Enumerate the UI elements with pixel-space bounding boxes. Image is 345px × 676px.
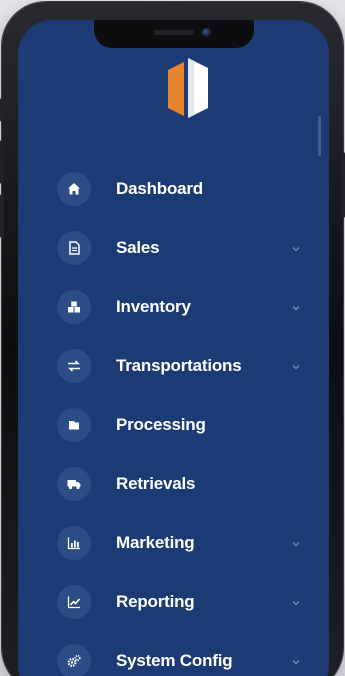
sidebar-item-inventory[interactable]: Inventory: [18, 278, 329, 337]
sidebar-item-label: Marketing: [116, 533, 195, 552]
hexagon-logo-icon[interactable]: [162, 56, 214, 120]
sidebar-item-label: Retrievals: [116, 474, 196, 493]
sidebar-item-label: Sales: [116, 238, 160, 257]
sidebar-item-label: Inventory: [116, 297, 191, 316]
sidebar-item-system-config[interactable]: System Config: [18, 632, 329, 676]
phone-frame: Dashboard Sales Inventory Transportation…: [0, 2, 345, 676]
truck-icon: [57, 467, 91, 501]
folder-icon: [57, 408, 91, 442]
chevron-down-icon[interactable]: [291, 598, 301, 608]
sidebar-item-label: Transportations: [116, 356, 242, 375]
volume-down-button: [0, 194, 4, 238]
boxes-icon: [57, 290, 91, 324]
sidebar-menu: Dashboard Sales Inventory Transportation…: [18, 160, 329, 676]
home-icon: [57, 172, 91, 206]
sidebar-item-label: Processing: [116, 415, 206, 434]
transfer-arrows-icon: [57, 349, 91, 383]
line-chart-icon: [57, 585, 91, 619]
sidebar-item-label: Reporting: [116, 592, 195, 611]
power-button: [341, 152, 345, 218]
bar-chart-icon: [57, 526, 91, 560]
sidebar-item-dashboard[interactable]: Dashboard: [18, 160, 329, 219]
front-camera: [201, 28, 211, 37]
chevron-down-icon[interactable]: [291, 244, 301, 254]
page-background: Dashboard Sales Inventory Transportation…: [0, 0, 345, 676]
mute-switch: [0, 98, 4, 122]
document-icon: [57, 231, 91, 265]
chevron-down-icon[interactable]: [291, 539, 301, 549]
sidebar-item-transportations[interactable]: Transportations: [18, 337, 329, 396]
gears-icon: [57, 644, 91, 676]
chevron-down-icon[interactable]: [291, 303, 301, 313]
earpiece-speaker: [153, 30, 194, 35]
phone-screen: Dashboard Sales Inventory Transportation…: [18, 20, 329, 676]
phone-notch: [93, 20, 254, 48]
chevron-down-icon[interactable]: [291, 362, 301, 372]
sidebar-item-marketing[interactable]: Marketing: [18, 514, 329, 573]
sidebar-item-label: System Config: [116, 651, 233, 670]
sidebar-item-reporting[interactable]: Reporting: [18, 573, 329, 632]
sidebar-item-processing[interactable]: Processing: [18, 396, 329, 455]
volume-up-button: [0, 140, 4, 184]
sidebar-item-label: Dashboard: [116, 179, 203, 198]
scroll-indicator[interactable]: [318, 116, 321, 156]
sidebar-item-retrievals[interactable]: Retrievals: [18, 455, 329, 514]
sidebar-item-sales[interactable]: Sales: [18, 219, 329, 278]
chevron-down-icon[interactable]: [291, 657, 301, 667]
